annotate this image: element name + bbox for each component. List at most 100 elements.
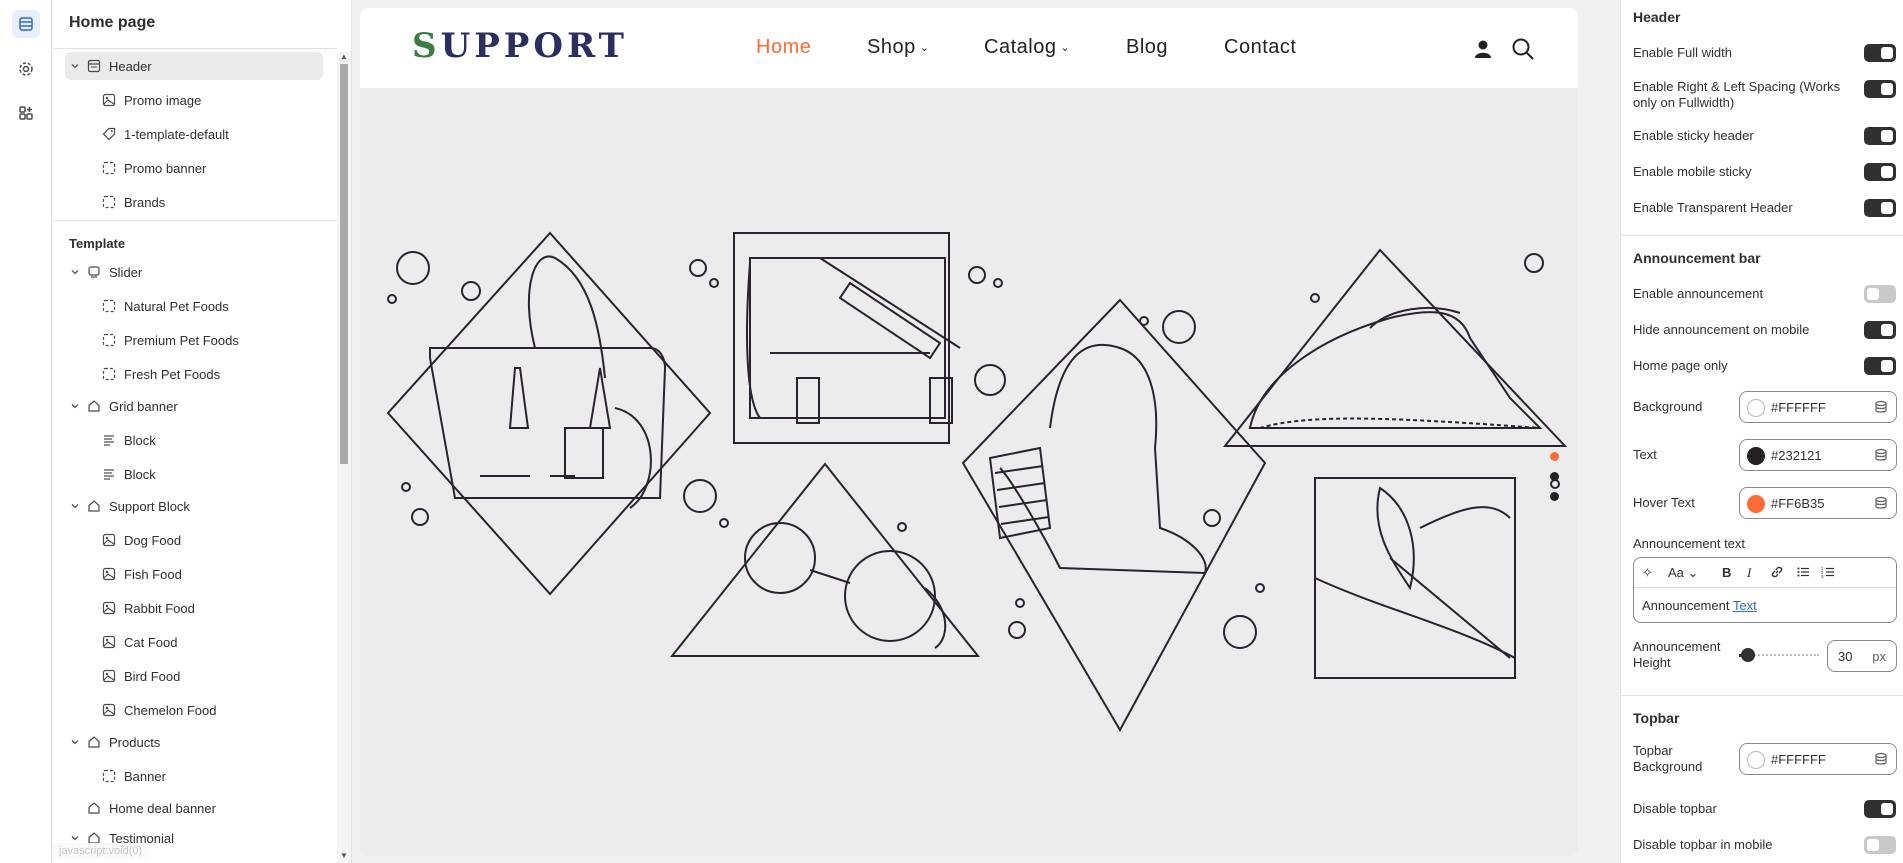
side-spacing-toggle[interactable] (1864, 80, 1896, 98)
slider-dot-active[interactable] (1550, 452, 1559, 461)
color-swatch[interactable] (1747, 399, 1765, 417)
chevron-down-icon[interactable] (69, 736, 81, 748)
numbered-list-icon[interactable]: 123 (1821, 565, 1835, 582)
database-icon[interactable] (1874, 400, 1888, 414)
dashed-block-icon (101, 160, 117, 176)
height-unit: px (1872, 649, 1886, 664)
nav-contact[interactable]: Contact (1224, 36, 1296, 59)
scroll-down-arrow-icon[interactable]: ▼ (340, 852, 348, 860)
svg-text:3: 3 (1821, 574, 1824, 579)
announcement-text-editor[interactable]: ✧ Aa ⌄ B I 123 Announcement Text (1633, 557, 1897, 623)
nav-shop[interactable]: Shop ⌄ (867, 36, 929, 59)
enable-announcement-toggle[interactable] (1864, 285, 1896, 303)
image-icon (101, 702, 117, 718)
hover-text-color-picker[interactable]: #FF6B35 (1739, 487, 1897, 519)
rte-content[interactable]: Announcement Text (1642, 598, 1757, 613)
nav-home[interactable]: Home (756, 36, 811, 59)
announcement-link[interactable]: Text (1733, 598, 1757, 613)
account-icon[interactable] (1470, 36, 1496, 62)
setting-label: Disable topbar (1633, 801, 1717, 816)
background-color-picker[interactable]: #FFFFFF (1739, 391, 1897, 423)
slider-pagination (1550, 452, 1559, 512)
section-grid-banner[interactable]: Grid banner (53, 392, 337, 420)
announcement-height-slider[interactable] (1739, 648, 1819, 662)
color-hex-value: #FFFFFF (1771, 400, 1826, 415)
block-text[interactable]: Block (53, 460, 337, 488)
block-template-default[interactable]: 1-template-default (53, 120, 337, 148)
text-color-picker[interactable]: #232121 (1739, 439, 1897, 471)
chevron-down-icon[interactable] (69, 500, 81, 512)
chevron-down-icon[interactable] (69, 400, 81, 412)
slider-dot[interactable] (1550, 492, 1559, 501)
text-style-dropdown[interactable]: Aa ⌄ (1668, 565, 1698, 581)
slider-knob[interactable] (1741, 648, 1755, 662)
announcement-height-input[interactable]: 30 px (1827, 640, 1897, 672)
disable-topbar-mobile-toggle[interactable] (1864, 836, 1896, 854)
section-support-block[interactable]: Support Block (53, 492, 337, 520)
theme-settings-gear-icon[interactable] (12, 55, 40, 83)
section-label: Support Block (109, 499, 190, 514)
sections-scrollbar[interactable]: ▲ ▼ (337, 52, 351, 863)
disable-topbar-toggle[interactable] (1864, 800, 1896, 818)
mobile-sticky-toggle[interactable] (1864, 163, 1896, 181)
database-icon[interactable] (1874, 496, 1888, 510)
block-promo-image[interactable]: Promo image (53, 86, 337, 114)
color-swatch[interactable] (1747, 447, 1765, 465)
rte-toolbar: ✧ Aa ⌄ B I 123 (1634, 558, 1896, 588)
store-preview[interactable]: SUPPORT Home Shop ⌄ Catalog ⌄ Blog Contact (360, 8, 1578, 856)
block-support-item[interactable]: Chemelon Food (53, 696, 337, 724)
block-slide[interactable]: Natural Pet Foods (53, 292, 337, 320)
status-bar-url: javascript:void(0) (53, 843, 149, 859)
nav-blog[interactable]: Blog (1126, 36, 1168, 59)
database-icon[interactable] (1874, 448, 1888, 462)
block-label: 1-template-default (124, 127, 229, 142)
section-products[interactable]: Products (53, 728, 337, 756)
section-home-deal-banner[interactable]: Home deal banner (53, 794, 337, 822)
nav-catalog[interactable]: Catalog ⌄ (984, 36, 1070, 59)
section-slider[interactable]: Slider (53, 258, 337, 286)
hide-announcement-mobile-toggle[interactable] (1864, 321, 1896, 339)
transparent-header-toggle[interactable] (1864, 199, 1896, 217)
link-icon[interactable] (1770, 565, 1784, 582)
block-text[interactable]: Block (53, 426, 337, 454)
block-slide[interactable]: Fresh Pet Foods (53, 360, 337, 388)
setting-label: Announcement text (1633, 536, 1746, 551)
block-support-item[interactable]: Rabbit Food (53, 594, 337, 622)
block-promo-banner[interactable]: Promo banner (53, 154, 337, 182)
block-support-item[interactable]: Fish Food (53, 560, 337, 588)
slider-dot[interactable] (1550, 472, 1559, 481)
block-label: Dog Food (124, 533, 182, 548)
divider (1621, 235, 1903, 236)
full-width-toggle[interactable] (1864, 44, 1896, 62)
chevron-down-icon[interactable] (69, 266, 81, 278)
logo-rest: UPPORT (440, 26, 628, 66)
block-banner[interactable]: Banner (53, 762, 337, 790)
setting-label: Home page only (1633, 358, 1728, 373)
block-brands[interactable]: Brands (53, 188, 337, 216)
sections-icon[interactable] (12, 10, 40, 38)
block-support-item[interactable]: Dog Food (53, 526, 337, 554)
section-header[interactable]: Header (53, 52, 337, 80)
bullet-list-icon[interactable] (1796, 565, 1810, 582)
color-swatch[interactable] (1747, 751, 1765, 769)
ai-sparkle-icon[interactable]: ✧ (1642, 565, 1653, 581)
scroll-up-arrow-icon[interactable]: ▲ (340, 53, 348, 61)
chevron-down-icon[interactable] (69, 60, 81, 72)
store-logo[interactable]: SUPPORT (412, 26, 628, 66)
search-icon[interactable] (1510, 36, 1536, 62)
block-support-item[interactable]: Bird Food (53, 662, 337, 690)
italic-button[interactable]: I (1747, 565, 1751, 581)
topbar-background-color-picker[interactable]: #FFFFFF (1739, 743, 1897, 775)
home-page-only-toggle[interactable] (1864, 357, 1896, 375)
setting-label: Text (1633, 447, 1657, 462)
chevron-down-icon: ⌄ (919, 42, 930, 55)
bold-button[interactable]: B (1722, 565, 1731, 580)
scrollbar-thumb[interactable] (340, 64, 348, 464)
sticky-header-toggle[interactable] (1864, 127, 1896, 145)
setting-label: Hover Text (1633, 495, 1695, 510)
block-support-item[interactable]: Cat Food (53, 628, 337, 656)
color-swatch[interactable] (1747, 495, 1765, 513)
app-embeds-icon[interactable] (12, 99, 40, 127)
database-icon[interactable] (1874, 752, 1888, 766)
block-slide[interactable]: Premium Pet Foods (53, 326, 337, 354)
